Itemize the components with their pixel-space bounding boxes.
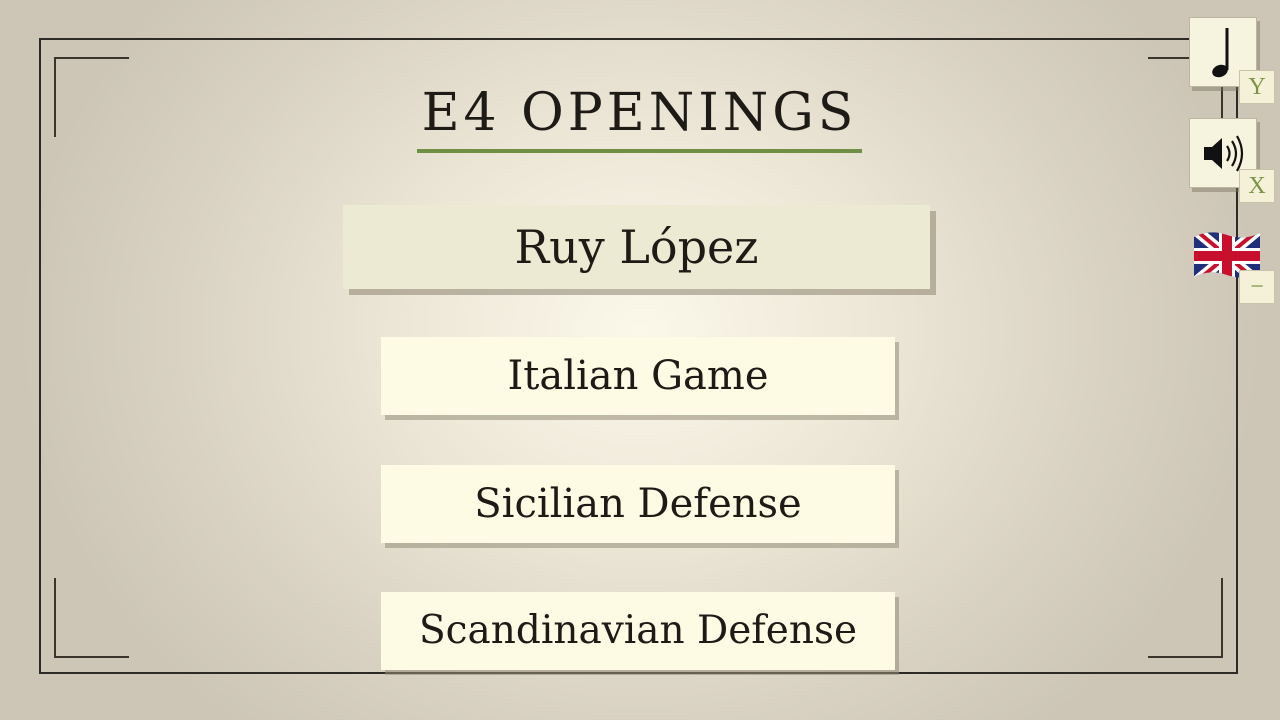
menu-item-ruy-lopez[interactable]: Ruy López [343,205,930,289]
corner-ornament-bottom-right [1148,578,1223,658]
menu-item-scandinavian-defense[interactable]: Scandinavian Defense [381,592,895,670]
menu-item-sicilian-defense[interactable]: Sicilian Defense [381,465,895,543]
language-key-hint: − [1239,270,1275,304]
menu-item-italian-game[interactable]: Italian Game [381,337,895,415]
page-title: E4 OPENINGS [421,83,858,143]
corner-ornament-bottom-left [54,578,129,658]
title-underline [417,149,862,153]
music-key-hint: Y [1239,70,1275,104]
corner-ornament-top-left [54,57,129,137]
sound-key-hint: X [1239,169,1275,203]
